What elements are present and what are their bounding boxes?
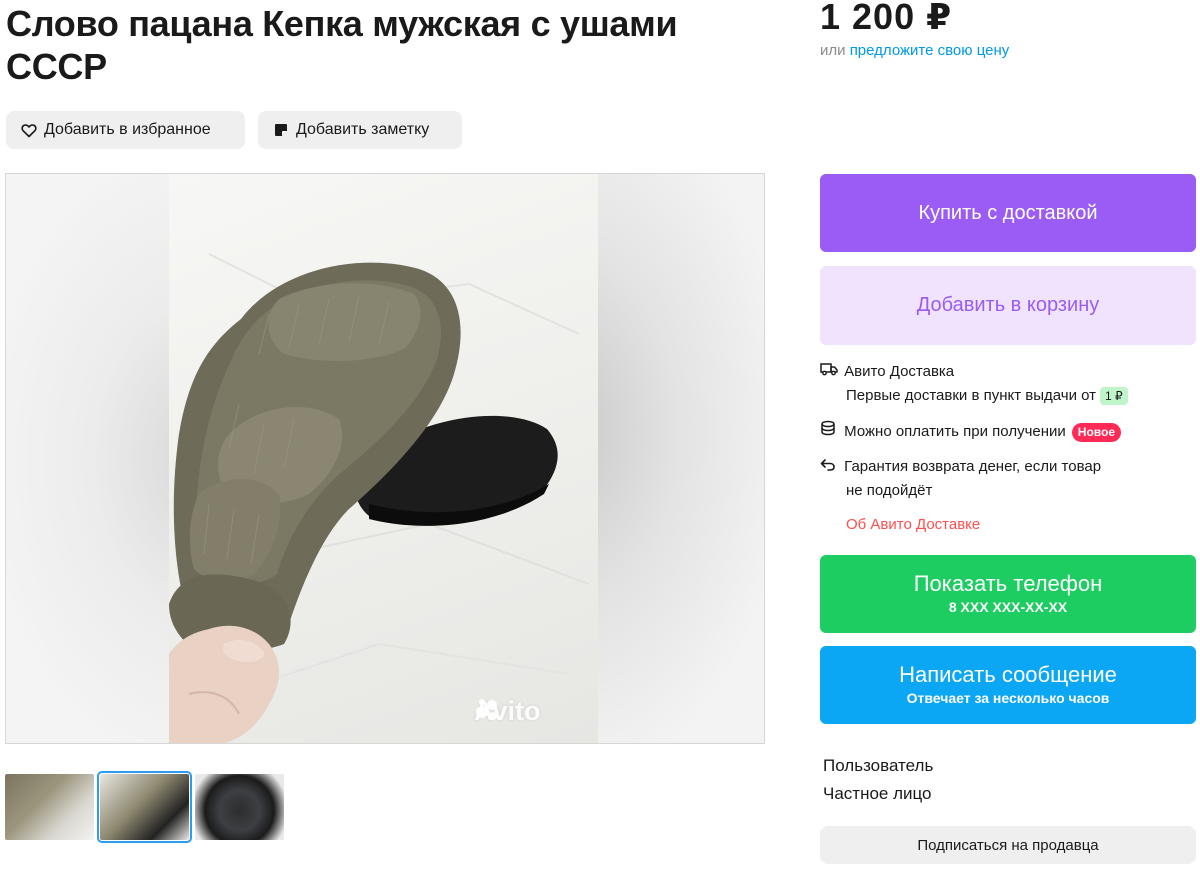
guarantee-row: Гарантия возврата денег, если товар (820, 455, 1101, 479)
fur-hat-photo (169, 253, 590, 743)
add-to-cart-label: Добавить в корзину (916, 294, 1100, 316)
subscribe-seller-button[interactable]: Подписаться на продавца (820, 826, 1196, 864)
avito-watermark: Avito (474, 696, 541, 727)
gallery-blur-left (6, 174, 169, 743)
heart-icon (20, 121, 38, 139)
pay-on-receipt-row: Можно оплатить при получении Новое (820, 420, 1121, 444)
add-note-button[interactable]: Добавить заметку (258, 111, 462, 149)
buy-with-delivery-label: Купить с доставкой (918, 201, 1098, 224)
first-delivery-row: Первые доставки в пункт выдачи от 1 ₽ (846, 384, 1128, 408)
response-time-text: Отвечает за несколько часов (906, 690, 1110, 706)
main-photo[interactable]: Avito (169, 174, 599, 743)
seller-type: Частное лицо (823, 784, 932, 803)
add-to-favorites-label: Добавить в избранное (44, 121, 211, 138)
gallery-blur-right (598, 174, 764, 743)
return-arrow-icon (820, 455, 840, 479)
add-to-cart-button[interactable]: Добавить в корзину (820, 266, 1196, 345)
note-icon (272, 121, 290, 139)
buy-with-delivery-button[interactable]: Купить с доставкой (820, 174, 1196, 252)
about-delivery-link[interactable]: Об Авито Доставке (846, 513, 980, 537)
first-delivery-price-badge: 1 ₽ (1100, 387, 1128, 406)
delivery-service-row: Авито Доставка (820, 360, 954, 384)
thumbnail-strip (5, 771, 284, 843)
guarantee-line-1: Гарантия возврата денег, если товар (844, 458, 1102, 475)
write-message-label: Написать сообщение (899, 662, 1117, 687)
price-subline: или предложите свою цену (820, 42, 1009, 59)
thumbnail-2[interactable] (97, 771, 192, 843)
truck-icon (820, 360, 840, 384)
write-message-button[interactable]: Написать сообщение Отвечает за несколько… (820, 646, 1196, 724)
pay-on-receipt-text: Можно оплатить при получении (844, 423, 1066, 440)
main-photo-gallery[interactable]: Avito (5, 173, 765, 744)
offer-price-link[interactable]: предложите свою цену (850, 42, 1010, 59)
thumbnail-3[interactable] (195, 774, 284, 840)
thumbnail-1[interactable] (5, 774, 94, 840)
add-note-label: Добавить заметку (296, 121, 430, 138)
new-badge: Новое (1071, 422, 1121, 442)
price: 1 200 ₽ (820, 0, 953, 37)
seller-name[interactable]: Пользователь (823, 756, 933, 776)
delivery-service-name: Авито Доставка (844, 363, 955, 380)
first-delivery-text: Первые доставки в пункт выдачи от (846, 387, 1097, 404)
add-to-favorites-button[interactable]: Добавить в избранное (6, 111, 245, 149)
phone-number-mask: 8 XXX XXX-XX-XX (948, 599, 1068, 615)
avito-logo-icon (476, 699, 497, 720)
guarantee-line-2: не подойдёт (846, 482, 933, 499)
show-phone-label: Показать телефон (913, 571, 1103, 596)
price-or-text: или (820, 42, 846, 59)
coins-icon (820, 420, 840, 444)
show-phone-button[interactable]: Показать телефон 8 XXX XXX-XX-XX (820, 555, 1196, 633)
listing-title: Слово пацана Кепка мужская с ушами СССР (6, 3, 678, 87)
